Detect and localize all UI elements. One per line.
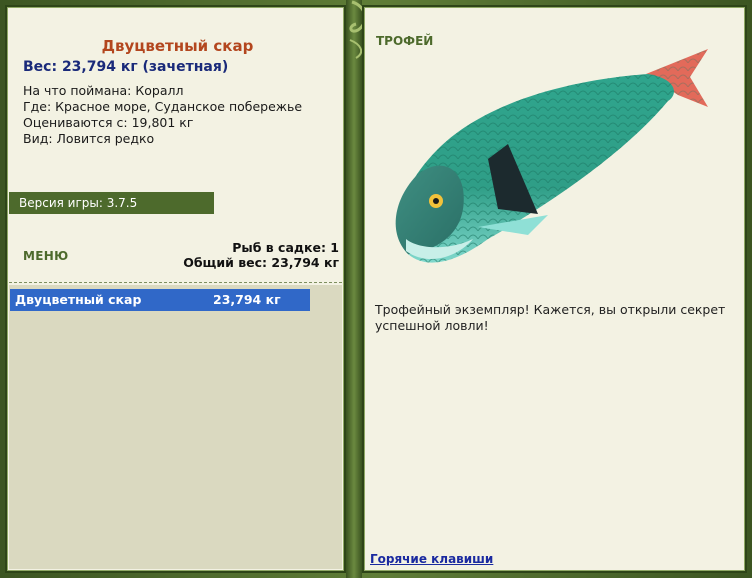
catch-item-weight: 23,794 кг xyxy=(213,292,281,307)
vine-divider xyxy=(346,0,367,578)
location-info: Где: Красное море, Суданское побережье xyxy=(23,99,303,114)
trophy-description: Трофейный экземпляр! Кажется, вы открыли… xyxy=(375,302,726,333)
catch-info-panel: Двуцветный скар Вес: 23,794 кг (зачетная… xyxy=(5,5,346,573)
hotkeys-link[interactable]: Горячие клавиши xyxy=(370,552,493,566)
divider xyxy=(9,282,342,283)
catch-list-item[interactable]: Двуцветный скар 23,794 кг xyxy=(10,289,310,311)
catch-item-name: Двуцветный скар xyxy=(15,292,142,307)
menu-button[interactable]: МЕНЮ xyxy=(23,249,68,263)
rated-info: Оцениваются с: 19,801 кг xyxy=(23,115,194,130)
keepnet-summary: Рыб в садке: 1 Общий вес: 23,794 кг xyxy=(183,240,339,270)
kind-info: Вид: Ловится редко xyxy=(23,131,155,146)
fish-count: Рыб в садке: 1 xyxy=(232,240,339,255)
fish-weight: Вес: 23,794 кг (зачетная) xyxy=(23,59,229,75)
fish-name-title: Двуцветный скар xyxy=(101,37,254,55)
trophy-panel: ТРОФЕЙ Трофейный экземпляр! Кажется, вы … xyxy=(362,5,747,573)
catch-list xyxy=(9,285,342,569)
version-bar: Версия игры: 3.7.5 xyxy=(9,192,214,214)
total-weight: Общий вес: 23,794 кг xyxy=(183,255,339,270)
parrotfish-image xyxy=(395,49,708,263)
bait-info: На что поймана: Коралл xyxy=(23,83,184,98)
